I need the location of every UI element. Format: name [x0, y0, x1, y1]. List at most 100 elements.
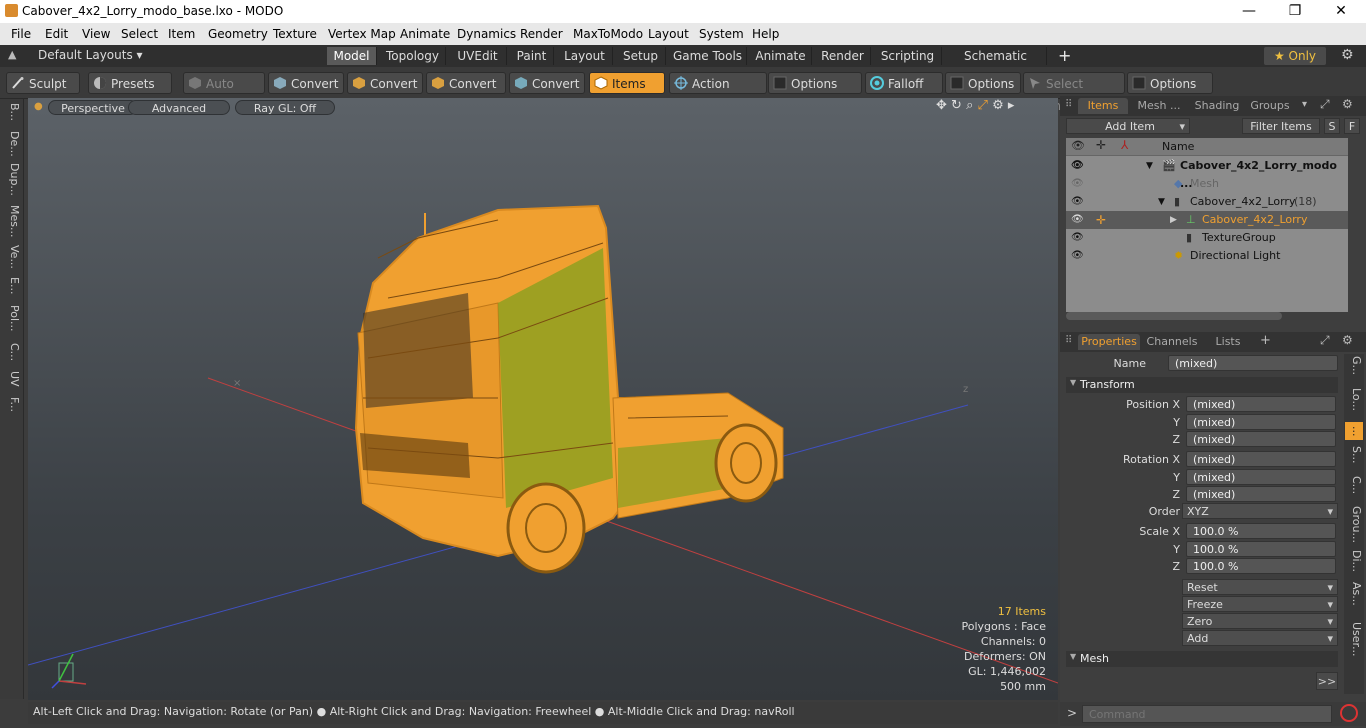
maximize-button[interactable]: ❐ — [1272, 0, 1318, 23]
tab-properties[interactable]: Properties — [1078, 334, 1140, 350]
side-tab-active[interactable]: ... — [1345, 422, 1363, 440]
tab-scripting[interactable]: Scripting — [874, 47, 942, 65]
tab-lists[interactable]: Lists — [1204, 334, 1252, 350]
options-button-2[interactable]: Options — [945, 72, 1021, 94]
menu-render[interactable]: Render — [520, 27, 563, 41]
gear-icon[interactable]: ⚙ — [1341, 47, 1354, 63]
panel-gear-icon[interactable]: ⚙ — [1342, 333, 1353, 347]
menu-maxtomodo[interactable]: MaxToModo — [573, 27, 643, 41]
tree-row-scene[interactable]: 👁 ▼ 🎬 Cabover_4x2_Lorry_modo ... — [1066, 157, 1348, 190]
add-item-dropdown[interactable]: Add Item — [1066, 118, 1190, 135]
tree-row-light[interactable]: 👁 ✹ Directional Light — [1066, 247, 1348, 265]
sculpt-button[interactable]: Sculpt — [6, 72, 80, 94]
items-mode-button[interactable]: Items — [589, 72, 665, 94]
menu-view[interactable]: View — [82, 27, 110, 41]
collapse-arrow-icon[interactable]: ▶ — [1170, 211, 1177, 229]
select-through-button[interactable]: Select Through — [1023, 72, 1125, 113]
add-tab-button[interactable]: + — [1260, 333, 1271, 348]
menu-vertex-map[interactable]: Vertex Map — [328, 27, 396, 41]
expand-more-button[interactable]: >> — [1316, 672, 1338, 690]
auto-select-button[interactable]: Auto Select — [183, 72, 265, 113]
tab-channels[interactable]: Channels — [1144, 334, 1200, 350]
menu-system[interactable]: System — [699, 27, 744, 41]
tab-uvedit[interactable]: UVEdit — [449, 47, 507, 65]
side-tab-locator[interactable]: Lo... — [1345, 388, 1363, 411]
name-field[interactable]: (mixed) — [1168, 355, 1338, 371]
position-x-field[interactable]: (mixed) — [1186, 396, 1336, 412]
rotation-y-field[interactable]: (mixed) — [1186, 469, 1336, 485]
rotation-z-field[interactable]: (mixed) — [1186, 486, 1336, 502]
menu-file[interactable]: File — [11, 27, 31, 41]
action-center-button[interactable]: Action Center — [669, 72, 767, 113]
expand-arrow-icon[interactable]: ▼ — [1146, 157, 1153, 175]
menu-texture[interactable]: Texture — [273, 27, 317, 41]
left-tab-polygon[interactable]: Pol... — [3, 305, 21, 332]
mesh-collapse-icon[interactable]: ▼ — [1070, 652, 1076, 661]
tab-groups[interactable]: Groups — [1246, 98, 1294, 114]
eye-icon[interactable]: 👁 — [1071, 175, 1084, 193]
filter-items-button[interactable]: Filter Items — [1242, 118, 1320, 134]
tab-shading[interactable]: Shading — [1190, 98, 1244, 114]
side-tab-s[interactable]: S... — [1345, 446, 1363, 463]
reset-dropdown[interactable]: Reset — [1182, 579, 1338, 596]
tab-layout[interactable]: Layout — [557, 47, 613, 65]
scale-z-field[interactable]: 100.0 % — [1186, 558, 1336, 574]
tabs-more-icon[interactable]: ▾ — [1302, 99, 1307, 110]
default-layouts-dropdown[interactable]: Default Layouts ▾ — [38, 48, 143, 62]
item-list-scrollbar[interactable] — [1066, 312, 1282, 320]
tree-row-texturegroup[interactable]: 👁 ▮ TextureGroup — [1066, 229, 1348, 247]
f-toggle-button[interactable]: F — [1344, 118, 1360, 134]
menu-select[interactable]: Select — [121, 27, 158, 41]
rotation-x-field[interactable]: (mixed) — [1186, 451, 1336, 467]
add-layout-button[interactable]: + — [1058, 46, 1071, 65]
left-tab-duplicate[interactable]: Dup... — [3, 163, 21, 196]
eye-icon[interactable]: 👁 — [1071, 229, 1084, 247]
menu-geometry[interactable]: Geometry — [208, 27, 268, 41]
menu-edit[interactable]: Edit — [45, 27, 68, 41]
tree-row-lorry-selected[interactable]: 👁 ✛ ▶ ⊥ Cabover_4x2_Lorry — [1066, 211, 1348, 229]
options-button-3[interactable]: Options — [1127, 72, 1213, 94]
tab-items[interactable]: Items — [1078, 98, 1128, 114]
layout-collapse-icon[interactable]: ▲ — [8, 48, 16, 61]
tab-paint[interactable]: Paint — [510, 47, 554, 65]
tab-render[interactable]: Render — [815, 47, 871, 65]
left-tab-deform[interactable]: De... — [3, 131, 21, 157]
order-dropdown[interactable]: XYZ — [1182, 503, 1338, 520]
freeze-dropdown[interactable]: Freeze — [1182, 596, 1338, 613]
position-y-field[interactable]: (mixed) — [1186, 414, 1336, 430]
tab-game-tools[interactable]: Game Tools — [669, 47, 747, 65]
convert-button-1[interactable]: Convert — [268, 72, 344, 94]
tab-mesh-ops[interactable]: Mesh ... — [1132, 98, 1186, 114]
only-toggle[interactable]: ★ Only — [1264, 47, 1326, 65]
tab-animate[interactable]: Animate — [750, 47, 812, 65]
command-input[interactable] — [1082, 705, 1332, 723]
menu-help[interactable]: Help — [752, 27, 779, 41]
eye-icon[interactable]: 👁 — [1071, 211, 1084, 229]
transform-section-header[interactable]: Transform — [1066, 377, 1338, 393]
s-toggle-button[interactable]: S — [1324, 118, 1340, 134]
falloff-button[interactable]: Falloff — [865, 72, 943, 94]
side-tab-general[interactable]: G... — [1345, 356, 1363, 375]
panel-expand-icon[interactable]: ⤢ — [1320, 97, 1330, 112]
side-tab-display[interactable]: Di... — [1345, 550, 1363, 572]
side-tab-c[interactable]: C... — [1345, 476, 1363, 494]
3d-viewport[interactable]: ● Perspective Advanced Ray GL: Off ✥ ↻ ⌕… — [28, 98, 1058, 700]
side-tab-groups[interactable]: Grou... — [1345, 506, 1363, 543]
position-z-field[interactable]: (mixed) — [1186, 431, 1336, 447]
eye-icon[interactable]: 👁 — [1071, 193, 1084, 211]
menu-layout[interactable]: Layout — [648, 27, 689, 41]
left-tab-vertex[interactable]: Ve... — [3, 245, 21, 269]
menu-animate[interactable]: Animate — [400, 27, 450, 41]
left-tab-basic[interactable]: B... — [3, 103, 21, 121]
zero-dropdown[interactable]: Zero — [1182, 613, 1338, 630]
left-tab-mesh-edit[interactable]: Mes... — [3, 205, 21, 237]
side-tab-user[interactable]: User... — [1345, 622, 1363, 657]
record-icon[interactable] — [1340, 704, 1358, 722]
transform-collapse-icon[interactable]: ▼ — [1070, 378, 1076, 387]
eye-icon[interactable]: 👁 — [1071, 157, 1084, 175]
options-button-1[interactable]: Options — [768, 72, 862, 94]
scale-x-field[interactable]: 100.0 % — [1186, 523, 1336, 539]
mesh-section-header[interactable]: Mesh — [1066, 651, 1338, 667]
tree-row-mesh[interactable]: 👁 ◆ Mesh — [1066, 175, 1348, 193]
convert-button-2[interactable]: Convert — [347, 72, 423, 94]
